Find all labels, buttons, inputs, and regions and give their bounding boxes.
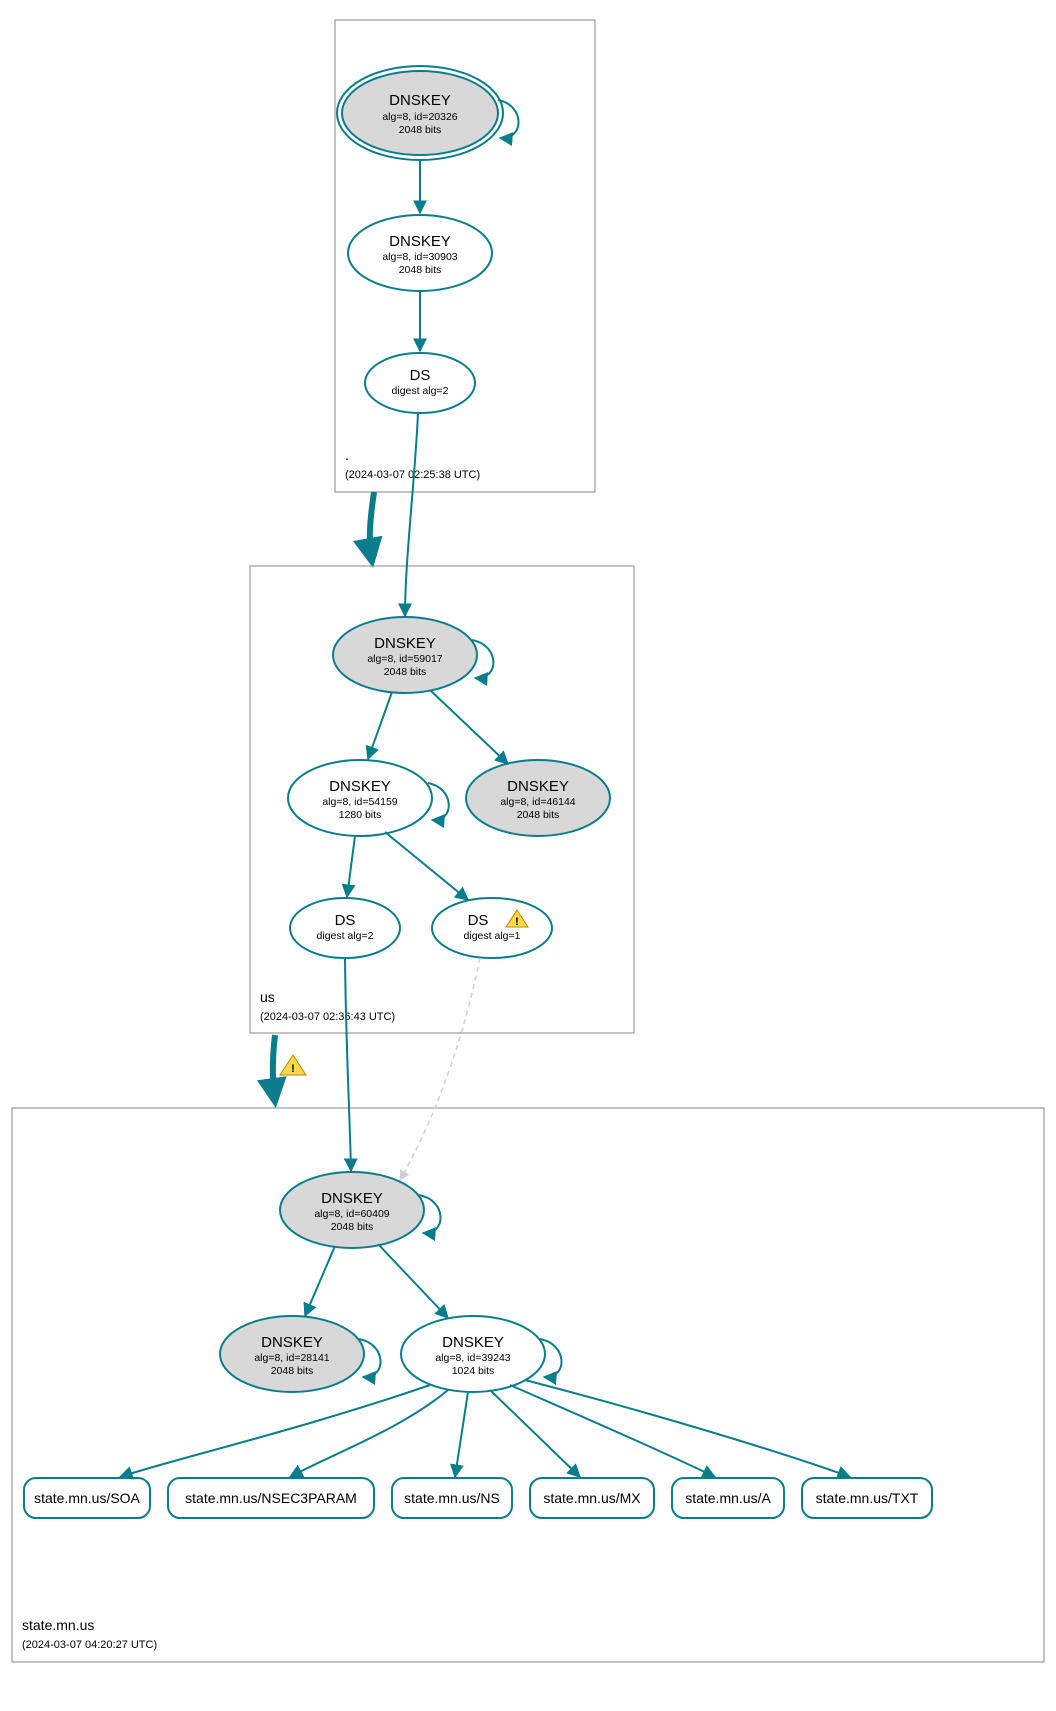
svg-text:DNSKEY: DNSKEY: [389, 92, 451, 109]
svg-text:DNSKEY: DNSKEY: [442, 1334, 504, 1351]
node-us-ds2: DS digest alg=1 !: [432, 898, 552, 958]
svg-text:state.mn.us/A: state.mn.us/A: [685, 1490, 771, 1506]
svg-text:digest alg=1: digest alg=1: [464, 930, 521, 942]
svg-text:DNSKEY: DNSKEY: [507, 778, 569, 795]
zone-us-label: us: [260, 989, 275, 1005]
svg-text:digest alg=2: digest alg=2: [317, 930, 374, 942]
dnssec-graph: . (2024-03-07 02:25:38 UTC) DNSKEY alg=8…: [0, 0, 1056, 1711]
edge-stksk-stzsk: [378, 1244, 448, 1318]
svg-text:2048 bits: 2048 bits: [384, 666, 427, 678]
zone-state-label: state.mn.us: [22, 1617, 94, 1633]
svg-text:DNSKEY: DNSKEY: [261, 1334, 323, 1351]
edge-ds1-stksk: [345, 958, 351, 1171]
svg-text:2048 bits: 2048 bits: [399, 124, 442, 136]
svg-text:DS: DS: [410, 367, 431, 384]
svg-text:2048 bits: 2048 bits: [271, 1365, 314, 1377]
svg-text:DS: DS: [468, 912, 489, 929]
svg-text:2048 bits: 2048 bits: [331, 1221, 374, 1233]
svg-text:state.mn.us/NSEC3PARAM: state.mn.us/NSEC3PARAM: [185, 1490, 357, 1506]
zone-root-label: .: [345, 447, 349, 463]
svg-text:state.mn.us/TXT: state.mn.us/TXT: [816, 1490, 919, 1506]
edge-zsk-nsec: [290, 1390, 448, 1477]
svg-text:2048 bits: 2048 bits: [399, 264, 442, 276]
svg-text:alg=8, id=59017: alg=8, id=59017: [367, 653, 442, 665]
svg-text:alg=8, id=60409: alg=8, id=60409: [314, 1208, 389, 1220]
svg-text:!: !: [515, 916, 519, 928]
svg-text:alg=8, id=28141: alg=8, id=28141: [254, 1352, 329, 1364]
svg-text:alg=8, id=46144: alg=8, id=46144: [500, 796, 575, 808]
svg-text:1024 bits: 1024 bits: [452, 1365, 495, 1377]
node-us-kskb: DNSKEY alg=8, id=46144 2048 bits: [466, 760, 610, 836]
edge-zsk-a: [510, 1385, 715, 1477]
rrset-ns: state.mn.us/NS: [392, 1478, 512, 1518]
edge-root-ds-us-ksk: [405, 413, 418, 616]
rrset-soa: state.mn.us/SOA: [24, 1478, 150, 1518]
node-us-ds1: DS digest alg=2: [290, 898, 400, 958]
edge-ds2-stksk: [400, 958, 480, 1180]
edge-uszsk-ds2: [385, 832, 468, 900]
svg-text:DNSKEY: DNSKEY: [374, 635, 436, 652]
node-st-kskb: DNSKEY alg=8, id=28141 2048 bits: [220, 1316, 364, 1392]
svg-text:DNSKEY: DNSKEY: [389, 233, 451, 250]
svg-text:state.mn.us/SOA: state.mn.us/SOA: [34, 1490, 140, 1506]
edge-uszsk-ds1: [347, 836, 355, 897]
svg-text:1280 bits: 1280 bits: [339, 809, 382, 821]
rrset-nsec3param: state.mn.us/NSEC3PARAM: [168, 1478, 374, 1518]
svg-text:digest alg=2: digest alg=2: [392, 385, 449, 397]
edge-usksk-uskskb: [430, 690, 508, 764]
rrset-a: state.mn.us/A: [672, 1478, 784, 1518]
warning-icon: !: [280, 1055, 306, 1075]
svg-text:alg=8, id=54159: alg=8, id=54159: [322, 796, 397, 808]
edge-usksk-uszsk: [368, 692, 392, 759]
node-root-ksk: DNSKEY alg=8, id=20326 2048 bits: [337, 66, 503, 160]
svg-text:DNSKEY: DNSKEY: [321, 1190, 383, 1207]
svg-text:state.mn.us/MX: state.mn.us/MX: [543, 1490, 641, 1506]
svg-text:state.mn.us/NS: state.mn.us/NS: [404, 1490, 500, 1506]
svg-text:alg=8, id=39243: alg=8, id=39243: [435, 1352, 510, 1364]
svg-text:2048 bits: 2048 bits: [517, 809, 560, 821]
node-st-zsk: DNSKEY alg=8, id=39243 1024 bits: [401, 1316, 545, 1392]
zone-state-ts: (2024-03-07 04:20:27 UTC): [22, 1639, 157, 1651]
rrset-txt: state.mn.us/TXT: [802, 1478, 932, 1518]
edge-deleg-root-us: [370, 492, 374, 562]
rrset-mx: state.mn.us/MX: [530, 1478, 654, 1518]
svg-text:alg=8, id=30903: alg=8, id=30903: [382, 251, 457, 263]
svg-text:alg=8, id=20326: alg=8, id=20326: [382, 111, 457, 123]
zone-us-ts: (2024-03-07 02:36:43 UTC): [260, 1011, 395, 1023]
edge-zsk-mx: [490, 1390, 580, 1477]
node-us-ksk: DNSKEY alg=8, id=59017 2048 bits: [333, 617, 477, 693]
edge-zsk-txt: [525, 1380, 850, 1477]
svg-text:!: !: [291, 1063, 295, 1075]
node-root-zsk: DNSKEY alg=8, id=30903 2048 bits: [348, 215, 492, 291]
svg-text:DNSKEY: DNSKEY: [329, 778, 391, 795]
zone-state-box: [12, 1108, 1044, 1662]
node-us-zsk: DNSKEY alg=8, id=54159 1280 bits: [288, 760, 432, 836]
node-st-ksk: DNSKEY alg=8, id=60409 2048 bits: [280, 1172, 424, 1248]
edge-deleg-us-state: [273, 1035, 275, 1102]
node-root-ds: DS digest alg=2: [365, 353, 475, 413]
edge-stksk-stkskb: [305, 1246, 335, 1316]
svg-text:DS: DS: [335, 912, 356, 929]
edge-zsk-ns: [455, 1392, 468, 1477]
